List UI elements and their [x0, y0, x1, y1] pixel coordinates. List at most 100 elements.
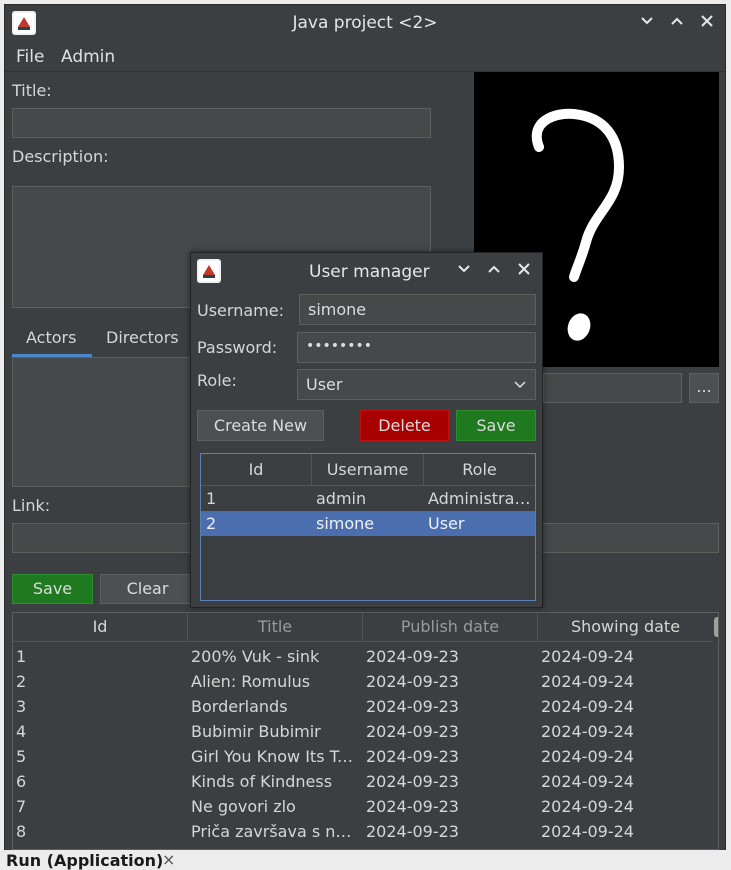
- column-header-showing-date[interactable]: Showing date: [538, 613, 713, 641]
- description-label: Description:: [12, 147, 109, 166]
- password-value: ••••••••: [306, 338, 373, 354]
- table-row[interactable]: 3 Borderlands 2024-09-23 2024-09-24: [13, 694, 713, 719]
- dialog-title: User manager: [309, 262, 430, 282]
- users-table: Id Username Role 1 admin Administrat... …: [200, 453, 536, 601]
- users-column-username[interactable]: Username: [312, 454, 424, 485]
- role-label: Role:: [197, 371, 237, 390]
- cell-id: 1: [16, 647, 27, 666]
- user-manager-dialog: User manager Username: simone Password: …: [190, 252, 543, 608]
- create-new-button[interactable]: Create New: [197, 410, 324, 441]
- cell-id: 8: [16, 822, 27, 841]
- dialog-maximize-icon[interactable]: [484, 261, 504, 281]
- cell-publish-date: 2024-09-23: [366, 822, 459, 841]
- delete-button[interactable]: Delete: [360, 410, 449, 441]
- cell-role: User: [428, 514, 465, 533]
- title-label: Title:: [12, 81, 52, 100]
- cell-title: Ne govori zlo: [191, 797, 296, 816]
- movies-table-header: Id Title Publish date Showing date: [13, 613, 713, 642]
- cell-username: simone: [316, 514, 375, 533]
- window-title: Java project <2>: [292, 13, 438, 33]
- maximize-icon[interactable]: [667, 13, 687, 33]
- cell-showing-date: 2024-09-24: [541, 822, 634, 841]
- tab-directors[interactable]: Directors: [106, 328, 179, 347]
- password-field[interactable]: ••••••••: [297, 332, 536, 363]
- table-row[interactable]: 2 Alien: Romulus 2024-09-23 2024-09-24: [13, 669, 713, 694]
- cell-showing-date: 2024-09-24: [541, 697, 634, 716]
- dialog-app-icon: [197, 259, 221, 283]
- close-icon[interactable]: [697, 13, 717, 33]
- menu-file[interactable]: File: [16, 47, 44, 67]
- form-clear-button[interactable]: Clear: [100, 574, 195, 604]
- role-value: User: [306, 375, 343, 394]
- table-row[interactable]: 4 Bubimir Bubimir 2024-09-23 2024-09-24: [13, 719, 713, 744]
- dialog-title-bar: User manager: [191, 253, 542, 289]
- dialog-minimize-icon[interactable]: [454, 261, 474, 281]
- cell-showing-date: 2024-09-24: [541, 672, 634, 691]
- cell-showing-date: 2024-09-24: [541, 797, 634, 816]
- username-label: Username:: [197, 301, 284, 320]
- run-tab-bar: Run (Application) ×: [0, 850, 731, 870]
- browse-button[interactable]: ...: [689, 373, 719, 403]
- movies-scrollbar-thumb[interactable]: [714, 617, 718, 637]
- cell-title: 200% Vuk - sink: [191, 647, 320, 666]
- tab-actors[interactable]: Actors: [26, 328, 76, 347]
- cell-publish-date: 2024-09-23: [366, 797, 459, 816]
- form-save-button[interactable]: Save: [12, 574, 93, 604]
- cell-showing-date: 2024-09-24: [541, 772, 634, 791]
- cell-title: Priča završava s na...: [191, 822, 356, 841]
- cell-user-id: 1: [206, 489, 217, 508]
- cell-user-id: 2: [206, 514, 217, 533]
- table-row[interactable]: 6 Kinds of Kindness 2024-09-23 2024-09-2…: [13, 769, 713, 794]
- cell-publish-date: 2024-09-23: [366, 672, 459, 691]
- table-row[interactable]: 1 200% Vuk - sink 2024-09-23 2024-09-24: [13, 644, 713, 669]
- menu-admin[interactable]: Admin: [61, 47, 115, 67]
- table-row-selected[interactable]: 2 simone User: [201, 511, 535, 536]
- run-tab-close-icon[interactable]: ×: [162, 850, 175, 869]
- movies-table: Id Title Publish date Showing date 1 200…: [12, 612, 719, 850]
- table-row[interactable]: 7 Ne govori zlo 2024-09-23 2024-09-24: [13, 794, 713, 819]
- cell-title: Bubimir Bubimir: [191, 722, 321, 741]
- title-field[interactable]: [12, 108, 431, 138]
- username-field[interactable]: simone: [299, 294, 536, 325]
- role-select[interactable]: User: [297, 369, 536, 400]
- cell-showing-date: 2024-09-24: [541, 722, 634, 741]
- users-table-header: Id Username Role: [201, 454, 535, 486]
- users-column-role[interactable]: Role: [424, 454, 535, 485]
- column-header-id[interactable]: Id: [13, 613, 188, 641]
- tab-content: [12, 357, 192, 487]
- users-column-id[interactable]: Id: [201, 454, 312, 485]
- cell-title: Girl You Know Its Tr...: [191, 747, 356, 766]
- cell-publish-date: 2024-09-23: [366, 747, 459, 766]
- cell-publish-date: 2024-09-23: [366, 697, 459, 716]
- column-header-title[interactable]: Title: [188, 613, 363, 641]
- cell-showing-date: 2024-09-24: [541, 747, 634, 766]
- chevron-down-icon: [514, 381, 526, 389]
- cell-id: 4: [16, 722, 27, 741]
- table-row[interactable]: 1 admin Administrat...: [201, 486, 535, 511]
- cell-title: Alien: Romulus: [191, 672, 311, 691]
- column-header-publish-date[interactable]: Publish date: [363, 613, 538, 641]
- link-label: Link:: [12, 496, 51, 515]
- cell-publish-date: 2024-09-23: [366, 722, 459, 741]
- cell-publish-date: 2024-09-23: [366, 647, 459, 666]
- cell-title: Borderlands: [191, 697, 288, 716]
- dialog-save-button[interactable]: Save: [456, 410, 536, 441]
- username-value: simone: [308, 300, 367, 319]
- movies-scrollbar[interactable]: [713, 613, 718, 849]
- table-row[interactable]: 8 Priča završava s na... 2024-09-23 2024…: [13, 819, 713, 844]
- cell-username: admin: [316, 489, 367, 508]
- cell-id: 5: [16, 747, 27, 766]
- password-label: Password:: [197, 338, 278, 357]
- cell-title: Kinds of Kindness: [191, 772, 333, 791]
- poster-path-field[interactable]: [543, 373, 682, 403]
- dialog-close-icon[interactable]: [514, 261, 534, 281]
- cell-id: 2: [16, 672, 27, 691]
- run-tab-label[interactable]: Run (Application): [6, 851, 163, 870]
- cell-id: 3: [16, 697, 27, 716]
- cell-showing-date: 2024-09-24: [541, 647, 634, 666]
- menu-bar: File Admin: [5, 41, 725, 72]
- title-bar: Java project <2>: [5, 5, 725, 41]
- table-row[interactable]: 5 Girl You Know Its Tr... 2024-09-23 202…: [13, 744, 713, 769]
- cell-role: Administrat...: [428, 489, 534, 508]
- minimize-icon[interactable]: [637, 13, 657, 33]
